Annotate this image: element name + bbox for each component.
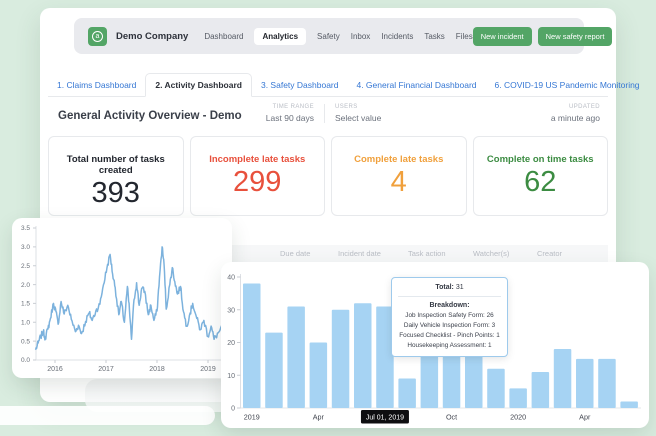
svg-text:40: 40 — [227, 275, 235, 282]
stat-card-complete-late: Complete late tasks 4 — [331, 136, 467, 216]
tab-covid19-monitoring[interactable]: 6. COVID-19 US Pandemic Monitoring — [486, 74, 649, 96]
users-label: USERS — [335, 104, 358, 110]
svg-text:Oct: Oct — [446, 413, 457, 422]
line-chart-card: 0.0 0.5 1.0 1.5 2.0 2.5 3.0 3.5 2016 2017 2018 2019 — [12, 218, 232, 378]
svg-text:2020: 2020 — [510, 413, 526, 422]
column-watchers: Watcher(s) — [473, 249, 510, 258]
svg-text:2019: 2019 — [200, 366, 216, 373]
overview-controls: TIME RANGE Last 90 days USERS Select val… — [254, 104, 391, 123]
tab-safety-dashboard[interactable]: 3. Safety Dashboard — [252, 74, 348, 96]
overview-header: General Activity Overview - Demo TIME RA… — [58, 102, 600, 132]
users-control: USERS Select value — [324, 104, 391, 123]
svg-text:0: 0 — [231, 406, 235, 413]
tooltip-breakdown-label: Breakdown: — [429, 302, 470, 309]
time-range-label: TIME RANGE — [272, 104, 314, 110]
stat-value: 393 — [91, 177, 140, 209]
new-safety-report-button[interactable]: New safety report — [537, 26, 613, 46]
stat-card-total-created: Total number of tasks created 393 — [48, 136, 184, 216]
svg-text:2019: 2019 — [244, 413, 260, 422]
logo-letter: a — [92, 30, 103, 42]
stat-value: 299 — [233, 166, 282, 198]
svg-text:1.5: 1.5 — [21, 301, 30, 308]
nav-items: Dashboard Analytics Safety Inbox Inciden… — [204, 27, 473, 45]
svg-text:Apr: Apr — [313, 413, 325, 422]
tooltip-separator — [398, 296, 501, 297]
updated-info: UPDATED a minute ago — [551, 104, 600, 123]
bar-chart-card: 0 10 20 30 40 2019 Apr Jul 01, 2019 Oct 2020 Apr T… — [221, 262, 649, 428]
column-task-action: Task action — [408, 249, 446, 258]
page-title: General Activity Overview - Demo — [58, 110, 242, 122]
svg-text:10: 10 — [227, 373, 235, 380]
tab-general-financial-dashboard[interactable]: 4. General Financial Dashboard — [347, 74, 485, 96]
svg-text:1.0: 1.0 — [21, 319, 30, 326]
time-range-control: TIME RANGE Last 90 days — [254, 104, 324, 123]
bar-tooltip: Total: 31 Breakdown: Job Inspection Safe… — [391, 277, 508, 357]
line-chart-svg[interactable]: 0.0 0.5 1.0 1.5 2.0 2.5 3.0 3.5 2016 2017 2018 2019 — [12, 218, 232, 378]
stat-label: Incomplete late tasks — [209, 154, 306, 165]
tooltip-line: Job Inspection Safety Form: 26 — [405, 312, 494, 319]
nav-item-analytics[interactable]: Analytics — [254, 27, 307, 45]
svg-text:0.5: 0.5 — [21, 338, 30, 345]
column-incident-date: Incident date — [338, 249, 381, 258]
tooltip-line: Focused Checklist - Pinch Points: 1 — [399, 331, 500, 339]
column-due-date: Due date — [280, 249, 311, 258]
stat-card-incomplete-late: Incomplete late tasks 299 — [189, 136, 325, 216]
stat-label: Complete on time tasks — [486, 154, 594, 165]
svg-text:2016: 2016 — [47, 366, 63, 373]
svg-text:3.5: 3.5 — [21, 225, 30, 232]
tab-claims-dashboard[interactable]: 1. Claims Dashboard — [48, 74, 145, 96]
tooltip-line: Housekeeping Assessment: 1 — [407, 341, 492, 349]
nav-item-safety[interactable]: Safety — [317, 32, 340, 41]
stat-label: Total number of tasks created — [66, 154, 165, 176]
time-range-select[interactable]: Last 90 days — [264, 113, 314, 123]
nav-item-incidents[interactable]: Incidents — [381, 32, 413, 41]
top-navbar: a Demo Company Dashboard Analytics Safet… — [74, 18, 613, 54]
stat-value: 62 — [524, 166, 557, 198]
dashboard-tabs: 1. Claims Dashboard 2. Activity Dashboar… — [48, 73, 640, 97]
nav-item-tasks[interactable]: Tasks — [424, 32, 444, 41]
brand-name: Demo Company — [116, 30, 189, 42]
tooltip-line: Daily Vehicle Inspection Form: 3 — [403, 321, 496, 329]
tab-activity-dashboard[interactable]: 2. Activity Dashboard — [145, 73, 252, 97]
nav-item-dashboard[interactable]: Dashboard — [204, 32, 243, 41]
svg-text:2.5: 2.5 — [21, 263, 30, 270]
nav-item-inbox[interactable]: Inbox — [351, 32, 371, 41]
new-incident-button[interactable]: New incident — [472, 26, 532, 46]
nav-buttons: New incident New safety report — [472, 26, 613, 46]
users-select[interactable]: Select value — [335, 113, 381, 123]
svg-text:3.0: 3.0 — [21, 244, 30, 251]
company-logo-icon[interactable]: a — [88, 26, 107, 46]
page: { "theme": { "background": "#d9ecdf", "a… — [0, 0, 656, 436]
background-strip — [0, 406, 215, 425]
svg-text:Apr: Apr — [579, 413, 591, 422]
svg-text:2018: 2018 — [149, 366, 165, 373]
stat-label: Complete late tasks — [354, 154, 444, 165]
svg-text:2017: 2017 — [98, 366, 114, 373]
column-creator: Creator — [537, 249, 563, 258]
nav-item-files[interactable]: Files — [456, 32, 473, 41]
svg-text:30: 30 — [227, 307, 235, 314]
stat-cards: Total number of tasks created 393 Incomp… — [48, 136, 608, 216]
stat-value: 4 — [390, 166, 407, 198]
updated-label: UPDATED — [568, 104, 600, 110]
tooltip-total: Total: 31 — [435, 284, 464, 291]
svg-text:2.0: 2.0 — [21, 282, 30, 289]
updated-value: a minute ago — [550, 113, 600, 123]
svg-text:0.0: 0.0 — [21, 357, 30, 364]
svg-text:20: 20 — [227, 340, 235, 347]
stat-card-complete-on-time: Complete on time tasks 62 — [472, 136, 608, 216]
svg-text:Jul 01, 2019: Jul 01, 2019 — [366, 415, 404, 422]
